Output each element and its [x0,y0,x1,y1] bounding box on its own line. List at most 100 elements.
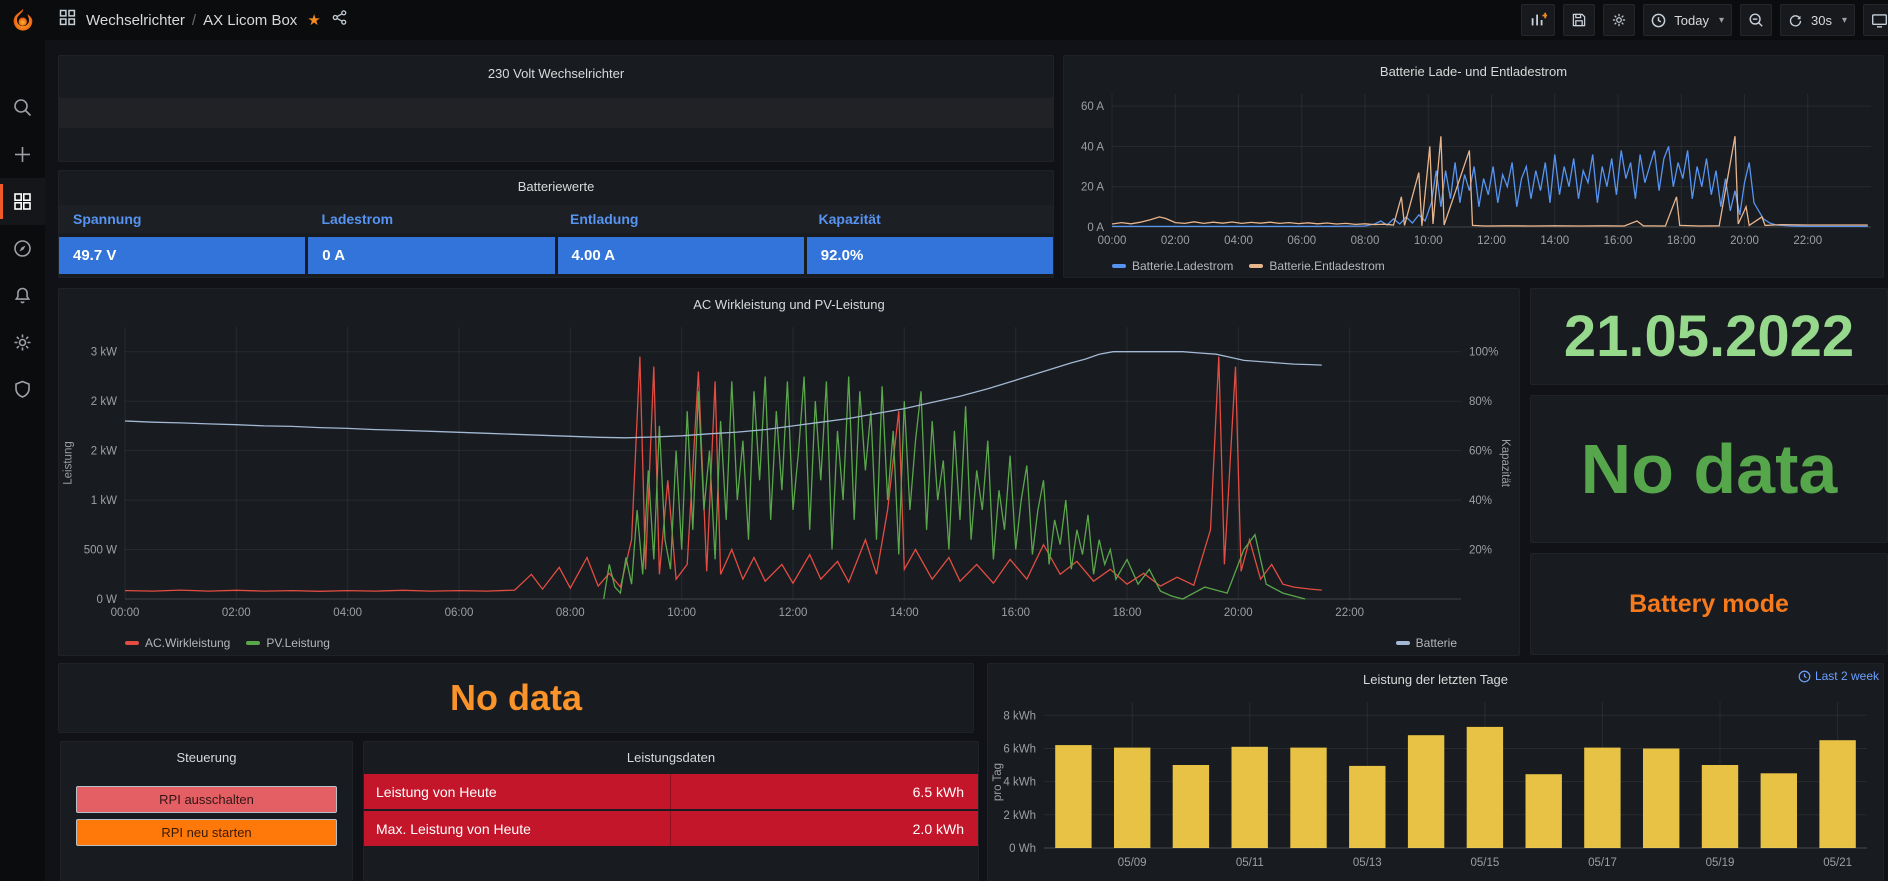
legend-item[interactable]: Batterie [1396,636,1457,650]
legend-item[interactable]: Batterie.Ladestrom [1112,259,1233,273]
clock-icon [1798,670,1811,683]
svg-text:05/11: 05/11 [1236,857,1264,869]
dashboard-settings-button[interactable] [1603,4,1635,36]
right-axis-label: Kapazität [1499,439,1511,487]
nodata-value: No data [59,664,973,732]
svg-text:14:00: 14:00 [890,607,919,619]
column-header[interactable]: Entladung [556,211,805,227]
ac-pv-chart[interactable]: 00:0002:0004:0006:0008:0010:0012:0014:00… [63,317,1517,625]
svg-text:08:00: 08:00 [1351,235,1380,247]
date-value: 21.05.2022 [1531,289,1887,384]
sidebar-item-create[interactable] [0,131,45,178]
table-row: Max. Leistung von Heute 2.0 kWh [364,811,978,846]
save-dashboard-button[interactable] [1563,4,1595,36]
time-shift-link[interactable]: Last 2 week [1798,669,1879,683]
legend-label: AC.Wirkleistung [145,636,230,650]
breadcrumb-section[interactable]: Wechselrichter [86,12,185,29]
dashboards-grid-icon [12,191,33,212]
legend-label: PV.Leistung [266,636,330,650]
share-icon[interactable] [331,9,348,31]
svg-text:05/13: 05/13 [1353,857,1382,869]
svg-text:0 A: 0 A [1087,222,1104,234]
svg-text:05/19: 05/19 [1706,857,1735,869]
clock-icon [1651,13,1666,28]
dashboard-grid-icon[interactable] [59,9,76,31]
sidebar-item-server-admin[interactable] [0,366,45,413]
panel-title[interactable]: 230 Volt Wechselrichter [59,62,1053,86]
svg-text:100%: 100% [1469,347,1498,359]
time-shift-label: Last 2 week [1815,669,1879,683]
daily-energy-bar-chart[interactable]: 0 Wh2 kWh4 kWh6 kWh8 kWh05/0905/1105/130… [992,692,1881,878]
svg-text:20 A: 20 A [1081,182,1104,194]
panel-steuerung: Steuerung RPI ausschalten RPI neu starte… [60,741,353,881]
add-panel-button[interactable] [1521,4,1555,36]
legend-item[interactable]: PV.Leistung [246,636,330,650]
bell-icon [12,285,33,306]
svg-text:06:00: 06:00 [1287,235,1316,247]
svg-text:04:00: 04:00 [333,607,362,619]
legend-item[interactable]: Batterie.Entladestrom [1249,259,1384,273]
rpi-shutdown-button[interactable]: RPI ausschalten [76,786,337,813]
main-area: Wechselrichter / AX Licom Box ★ Today ▾ [45,0,1888,881]
time-range-picker[interactable]: Today ▾ [1643,4,1732,36]
favorite-star-icon[interactable]: ★ [307,11,320,29]
svg-text:40%: 40% [1469,495,1492,507]
breadcrumb-separator: / [192,12,196,29]
svg-text:20%: 20% [1469,545,1492,557]
svg-text:2 kW: 2 kW [91,446,117,458]
sidebar-item-explore[interactable] [0,225,45,272]
sidebar-item-alerting[interactable] [0,272,45,319]
panel-date: 21.05.2022 [1530,288,1888,385]
sidebar-item-search[interactable] [0,84,45,131]
panel-title[interactable]: Batteriewerte [59,175,1053,199]
grafana-logo-icon[interactable] [0,0,45,42]
svg-text:80%: 80% [1469,396,1492,408]
legend-item[interactable]: AC.Wirkleistung [125,636,230,650]
flame-icon [9,7,37,35]
sidebar [0,0,45,881]
breadcrumb-page[interactable]: AX Licom Box [203,12,297,29]
svg-text:05/09: 05/09 [1118,857,1147,869]
zoom-out-button[interactable] [1740,4,1772,36]
svg-text:500 W: 500 W [84,545,117,557]
panel-title[interactable]: Steuerung [61,746,352,770]
svg-text:8 kWh: 8 kWh [1003,710,1036,722]
battery-current-chart[interactable]: 00:0002:0004:0006:0008:0010:0012:0014:00… [1068,84,1881,253]
panel-title[interactable]: AC Wirkleistung und PV-Leistung [59,293,1519,317]
column-header[interactable]: Ladestrom [308,211,557,227]
refresh-interval-picker[interactable]: 30s ▾ [1780,4,1855,36]
value-cell-kapazitaet: 92.0% [807,237,1053,274]
sidebar-item-dashboards[interactable] [0,178,45,225]
svg-text:02:00: 02:00 [1161,235,1190,247]
grafana-app: Wechselrichter / AX Licom Box ★ Today ▾ [0,0,1888,881]
legend-label: Batterie.Ladestrom [1132,259,1233,273]
row-label: Max. Leistung von Heute [364,811,671,846]
empty-table-header [59,98,1053,128]
column-header[interactable]: Kapazität [805,211,1054,227]
sidebar-item-configuration[interactable] [0,319,45,366]
svg-text:6 kWh: 6 kWh [1003,744,1036,756]
gear-icon [12,332,33,353]
y-axis-label: pro Tag [992,763,1004,801]
panel-nodata-bottom: No data [58,663,974,733]
panel-title[interactable]: Batterie Lade- und Entladestrom [1064,60,1883,84]
value-cell-ladestrom: 0 A [308,237,554,274]
svg-text:06:00: 06:00 [445,607,474,619]
time-range-label: Today [1674,13,1709,28]
svg-text:10:00: 10:00 [1414,235,1443,247]
panel-title[interactable]: Leistungsdaten [364,746,978,770]
svg-text:20:00: 20:00 [1224,607,1253,619]
shield-icon [12,379,33,400]
rpi-restart-button[interactable]: RPI neu starten [76,819,337,846]
panel-title[interactable]: Leistung der letzten Tage [988,668,1883,692]
plus-icon [12,144,33,165]
svg-text:05/17: 05/17 [1588,857,1617,869]
svg-text:00:00: 00:00 [111,607,140,619]
panel-battery-mode: Battery mode [1530,553,1888,655]
cycle-view-button[interactable] [1863,4,1888,36]
chart-legend: Batterie.Ladestrom Batterie.Entladestrom [1112,259,1385,273]
svg-text:12:00: 12:00 [779,607,808,619]
svg-text:2 kWh: 2 kWh [1003,810,1036,822]
left-axis-label: Leistung [63,441,75,484]
column-header[interactable]: Spannung [59,211,308,227]
